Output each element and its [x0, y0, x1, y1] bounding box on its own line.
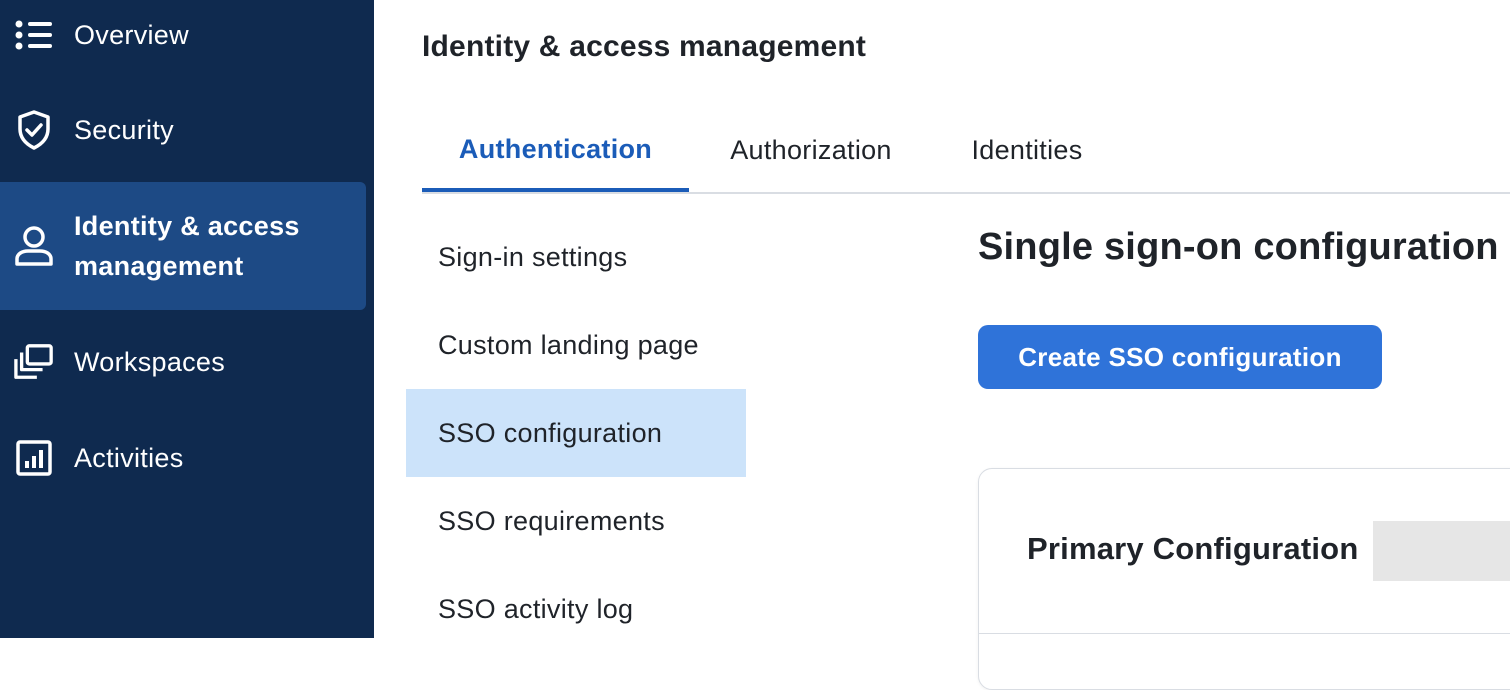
- section-title: Single sign-on configuration: [978, 226, 1499, 268]
- tab-bar: Authentication Authorization Identities: [422, 110, 1510, 194]
- tab-authorization[interactable]: Authorization: [702, 110, 920, 190]
- sidebar-item-label: Workspaces: [74, 346, 226, 377]
- subnav-custom-landing-page[interactable]: Custom landing page: [406, 301, 746, 389]
- create-sso-configuration-button[interactable]: Create SSO configuration: [978, 325, 1382, 389]
- sidebar-item-workspaces[interactable]: Workspaces: [0, 327, 366, 397]
- tab-identities[interactable]: Identities: [942, 110, 1112, 190]
- sidebar-item-overview[interactable]: Overview: [0, 0, 366, 70]
- workspaces-icon: [14, 342, 54, 382]
- sidebar-item-label: Overview: [74, 19, 189, 50]
- shield-icon: [14, 110, 54, 150]
- sidebar-item-label: Identity & access management: [74, 211, 300, 281]
- main-content: Identity & access management Authenticat…: [374, 0, 1510, 690]
- subnav-sso-activity-log[interactable]: SSO activity log: [406, 565, 746, 653]
- list-icon: [14, 15, 54, 55]
- sidebar-item-label: Security: [74, 114, 174, 145]
- primary-configuration-card: Primary Configuration: [978, 468, 1510, 690]
- sidebar-item-security[interactable]: Security: [0, 95, 366, 165]
- chart-icon: [14, 438, 54, 478]
- subnav-sso-requirements[interactable]: SSO requirements: [406, 477, 746, 565]
- tab-authentication[interactable]: Authentication: [422, 110, 689, 192]
- sidebar-item-activities[interactable]: Activities: [0, 423, 366, 493]
- sidebar-item-identity-access-management[interactable]: Identity & access management: [0, 182, 366, 310]
- page-title: Identity & access management: [422, 30, 867, 63]
- subnav-sign-in-settings[interactable]: Sign-in settings: [406, 213, 746, 301]
- divider: [979, 633, 1510, 634]
- user-icon: [14, 226, 54, 266]
- sidebar: Overview Security Identity & access mana…: [0, 0, 374, 638]
- card-title: Primary Configuration: [1027, 531, 1359, 566]
- status-badge-placeholder: [1373, 521, 1510, 581]
- sidebar-item-label: Activities: [74, 442, 184, 473]
- subnav-sso-configuration[interactable]: SSO configuration: [406, 389, 746, 477]
